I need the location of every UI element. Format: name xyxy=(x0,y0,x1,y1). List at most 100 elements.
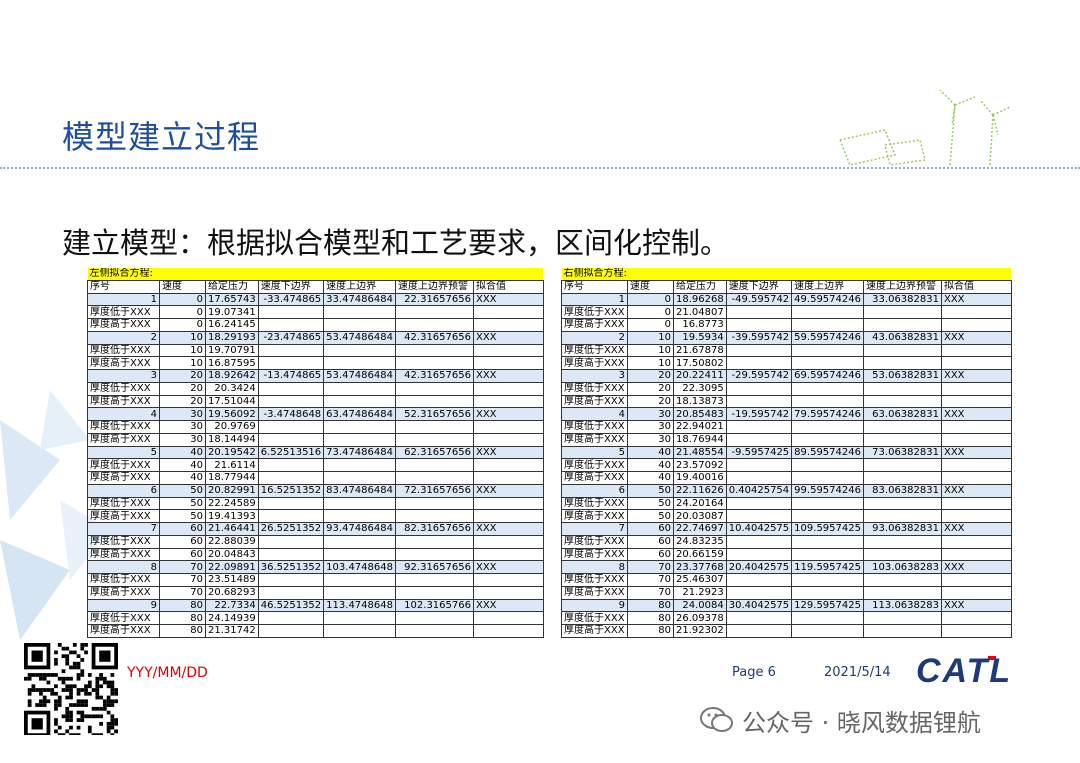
table-cell xyxy=(472,432,544,447)
table-cell: 60 xyxy=(159,522,206,536)
table-row: 厚度低于XXX 20 22.3095 xyxy=(561,381,1012,396)
table-cell xyxy=(323,458,396,472)
table-cell xyxy=(323,356,396,370)
table-cell: 50 xyxy=(159,509,206,523)
table-cell xyxy=(791,547,864,562)
table-row: 2 10 18.29193 -23.474865 53.47486484 42.31657… xyxy=(87,330,544,345)
table-cell xyxy=(940,471,1012,485)
table-row: 厚度高于XXX 10 16.87595 xyxy=(87,356,544,370)
table-row: 厚度高于XXX 20 17.51044 xyxy=(87,394,544,409)
table-cell xyxy=(725,343,793,358)
table-row: 3 20 18.92642 -13.474865 53.47486484 42.31657… xyxy=(87,369,544,383)
table-cell xyxy=(394,305,474,319)
table-cell: 70 xyxy=(159,585,206,600)
table-cell: 36.5251352 xyxy=(257,560,325,574)
table-cell: 17.65743 xyxy=(205,292,259,307)
table-row: 厚度低于XXX 50 22.24589 xyxy=(87,496,544,511)
table-row: 4 30 20.85483 -19.595742 79.59574246 63.06382… xyxy=(561,407,1012,421)
table-cell xyxy=(862,534,942,549)
table-cell: 20.19542 xyxy=(205,445,259,460)
table-cell xyxy=(472,534,544,549)
table-cell: 6 xyxy=(561,483,628,498)
table-cell: 60 xyxy=(159,534,206,549)
table-cell xyxy=(791,356,864,370)
table-cell: 80 xyxy=(159,598,206,613)
table-row: 厚度低于XXX 40 21.6114 xyxy=(87,458,544,472)
table-cell: 113.4748648 xyxy=(323,598,396,613)
table-cell xyxy=(791,432,864,447)
table-cell: 21.46441 xyxy=(205,522,259,536)
table-cell xyxy=(940,432,1012,447)
table-cell: XXX xyxy=(472,560,544,574)
table-cell: 80 xyxy=(627,598,674,613)
table-cell xyxy=(323,585,396,600)
table-cell: XXX xyxy=(940,598,1012,613)
table-row: 厚度低于XXX 10 21.67878 xyxy=(561,343,1012,358)
table-row: 2 10 19.5934 -39.595742 59.59574246 43.063828… xyxy=(561,330,1012,345)
table-cell: XXX xyxy=(472,407,544,421)
table-cell: XXX xyxy=(940,522,1012,536)
table-cell: 33.06382831 xyxy=(862,292,942,307)
table-cell xyxy=(394,534,474,549)
table-cell: 40 xyxy=(627,471,674,485)
table-cell: 17.50802 xyxy=(673,356,727,370)
table-cell: XXX xyxy=(472,483,544,498)
table-cell: 20.9769 xyxy=(205,420,259,434)
table-cell: 63.06382831 xyxy=(862,407,942,421)
table-cell xyxy=(323,624,396,638)
table-cell xyxy=(257,381,325,396)
table-cell xyxy=(791,611,864,625)
table-cell xyxy=(323,343,396,358)
table-cell: 4 xyxy=(87,407,160,421)
table-cell: 厚度高于XXX xyxy=(87,356,160,370)
table-cell xyxy=(394,420,474,434)
table-cell xyxy=(257,547,325,562)
table-cell: 厚度高于XXX xyxy=(87,471,160,485)
table-cell: 24.14939 xyxy=(205,611,259,625)
table-cell: 0 xyxy=(627,292,674,307)
table-cell xyxy=(394,573,474,587)
table-cell xyxy=(394,585,474,600)
table-cell: -9.5957425 xyxy=(725,445,793,460)
table-cell: 22.88039 xyxy=(205,534,259,549)
table-cell: 厚度低于XXX xyxy=(561,573,628,587)
table-cell: 19.41393 xyxy=(205,509,259,523)
table-cell xyxy=(394,611,474,625)
table-cell: 22.94021 xyxy=(673,420,727,434)
table-caption: 左侧拟合方程: xyxy=(87,268,544,281)
table-cell xyxy=(940,394,1012,409)
table-row: 1 0 18.96268 -49.595742 49.59574246 33.063828… xyxy=(561,292,1012,307)
table-row: 厚度低于XXX 30 20.9769 xyxy=(87,420,544,434)
table-cell xyxy=(472,381,544,396)
table-cell: 9 xyxy=(561,598,628,613)
table-cell: 40 xyxy=(627,445,674,460)
column-header: 给定压力 xyxy=(205,279,259,294)
table-cell: 厚度低于XXX xyxy=(561,496,628,511)
table-cell: 17.51044 xyxy=(205,394,259,409)
table-cell: 59.59574246 xyxy=(791,330,864,345)
table-cell: 43.06382831 xyxy=(862,330,942,345)
table-cell: 70 xyxy=(159,560,206,574)
table-row: 厚度低于XXX 0 21.04807 xyxy=(561,305,1012,319)
table-cell xyxy=(323,509,396,523)
table-cell: 19.70791 xyxy=(205,343,259,358)
table-cell xyxy=(323,496,396,511)
table-cell: 6.52513516 xyxy=(257,445,325,460)
table-cell: 10 xyxy=(159,356,206,370)
table-cell xyxy=(940,611,1012,625)
table-cell: 63.47486484 xyxy=(323,407,396,421)
table-cell: 83.06382831 xyxy=(862,483,942,498)
table-cell: 102.3165766 xyxy=(394,598,474,613)
column-header: 速度下边界 xyxy=(257,279,325,294)
table-row: 厚度高于XXX 0 16.8773 xyxy=(561,318,1012,332)
table-cell xyxy=(940,509,1012,523)
table-cell xyxy=(257,305,325,319)
table-cell: 21.2923 xyxy=(673,585,727,600)
table-cell: 21.67878 xyxy=(673,343,727,358)
table-row: 厚度低于XXX 60 24.83235 xyxy=(561,534,1012,549)
svg-text:CATL: CATL xyxy=(916,652,1012,688)
table-row: 8 70 23.37768 20.4042575 119.5957425 103.0638… xyxy=(561,560,1012,574)
table-cell: 0.40425754 xyxy=(725,483,793,498)
table-cell: 24.0084 xyxy=(673,598,727,613)
table-cell: 40 xyxy=(159,458,206,472)
